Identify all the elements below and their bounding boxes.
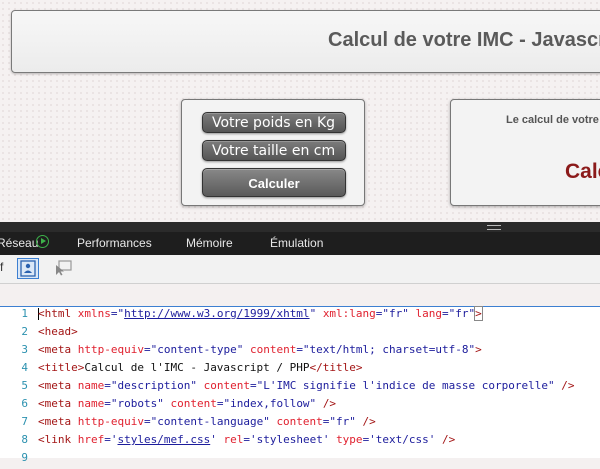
code-token: ="fr" xyxy=(375,307,416,320)
web-page-viewport: Calcul de votre IMC - Javascript / PHP V… xyxy=(0,0,600,222)
code-token: xmlns xyxy=(77,307,111,320)
tab-memory[interactable]: Mémoire xyxy=(186,236,233,250)
code-token: <meta xyxy=(38,397,78,410)
page-title: Calcul de votre IMC - Javascript / PHP xyxy=(328,29,600,51)
line-number: 2 xyxy=(21,325,28,338)
line-number: 6 xyxy=(21,397,28,410)
code-token: <head> xyxy=(38,325,78,338)
weight-input[interactable]: Votre poids en Kg xyxy=(202,112,346,133)
height-input[interactable]: Votre taille en cm xyxy=(202,140,346,161)
devtools-splitter[interactable] xyxy=(0,222,600,232)
code-token: name xyxy=(77,379,105,392)
code-token: ="index,follow" xyxy=(216,397,323,410)
code-token: ="description" xyxy=(104,379,204,392)
code-token: /> xyxy=(442,433,456,446)
code-link[interactable]: styles/mef.css xyxy=(118,433,211,446)
code-token: /> xyxy=(561,379,575,392)
code-token: ="content-language" xyxy=(143,415,277,428)
code-token: rel xyxy=(223,433,244,446)
source-code-view[interactable]: 1 <html xmlns="http://www.w3.org/1999/xh… xyxy=(0,306,600,464)
toolbar-label: f xyxy=(0,260,4,274)
devtools-toolbar: f xyxy=(0,255,600,284)
code-token: lang xyxy=(415,307,443,320)
result-panel: Le calcul de votre IMC Calcul xyxy=(450,99,600,206)
line-number: 7 xyxy=(21,415,28,428)
imc-form: Votre poids en Kg Votre taille en cm Cal… xyxy=(181,99,365,206)
code-token: http-equiv xyxy=(77,343,144,356)
code-token: <meta xyxy=(38,343,78,356)
code-token: name xyxy=(77,397,105,410)
code-token: ="fr" xyxy=(322,415,363,428)
code-token: xml:lang xyxy=(322,307,376,320)
code-token: href xyxy=(77,433,105,446)
tab-network[interactable]: Réseau xyxy=(0,236,38,250)
code-token: content xyxy=(203,379,250,392)
code-token: content xyxy=(276,415,323,428)
line-number: 3 xyxy=(21,343,28,356)
line-number: 8 xyxy=(21,433,28,446)
result-value: Calcul xyxy=(565,160,600,183)
code-token: ' xyxy=(210,433,224,446)
select-element-icon[interactable] xyxy=(54,260,72,276)
code-token: ="robots" xyxy=(104,397,171,410)
code-token: ="text/html; charset=utf-8" xyxy=(296,343,476,356)
code-token: <meta xyxy=(38,415,78,428)
code-token: " xyxy=(309,307,323,320)
splitter-grip-icon[interactable] xyxy=(487,225,501,230)
code-token: content xyxy=(249,343,297,356)
code-token: > xyxy=(474,306,483,321)
tab-performance[interactable]: Performances xyxy=(77,236,152,250)
code-token: ='stylesheet' xyxy=(243,433,337,446)
code-link[interactable]: http://www.w3.org/1999/xhtml xyxy=(124,307,309,320)
line-number: 5 xyxy=(21,379,28,392)
code-token: Calcul de l'IMC - Javascript / PHP xyxy=(84,361,310,374)
tab-emulation[interactable]: Émulation xyxy=(270,236,323,250)
code-token: <meta xyxy=(38,379,78,392)
code-token: <link xyxy=(38,433,78,446)
code-token: ="L'IMC signifie l'indice de masse corpo… xyxy=(249,379,562,392)
line-number: 1 xyxy=(21,307,28,320)
code-token: </title> xyxy=(309,361,363,374)
code-token: /> xyxy=(362,415,376,428)
code-token: =' xyxy=(104,433,118,446)
result-label: Le calcul de votre IMC xyxy=(506,114,600,126)
code-token: ='text/css' xyxy=(362,433,443,446)
code-token: > xyxy=(475,343,482,356)
page-header: Calcul de votre IMC - Javascript / PHP xyxy=(11,10,600,73)
code-token: =" xyxy=(110,307,125,320)
devtools-tabbar: Réseau Performances Mémoire Émulation xyxy=(0,232,600,255)
dom-explorer-icon[interactable] xyxy=(17,258,39,279)
code-token: http-equiv xyxy=(77,415,144,428)
calculate-button[interactable]: Calculer xyxy=(202,168,346,197)
record-play-icon[interactable] xyxy=(36,235,49,248)
code-token: ="fr" xyxy=(442,307,476,320)
code-token: type xyxy=(336,433,363,446)
code-token: content xyxy=(170,397,217,410)
code-token: <html xyxy=(38,307,78,320)
code-token: /> xyxy=(322,397,337,410)
code-token: <title> xyxy=(38,361,85,374)
line-number: 4 xyxy=(21,361,28,374)
code-token: ="content-type" xyxy=(143,343,250,356)
